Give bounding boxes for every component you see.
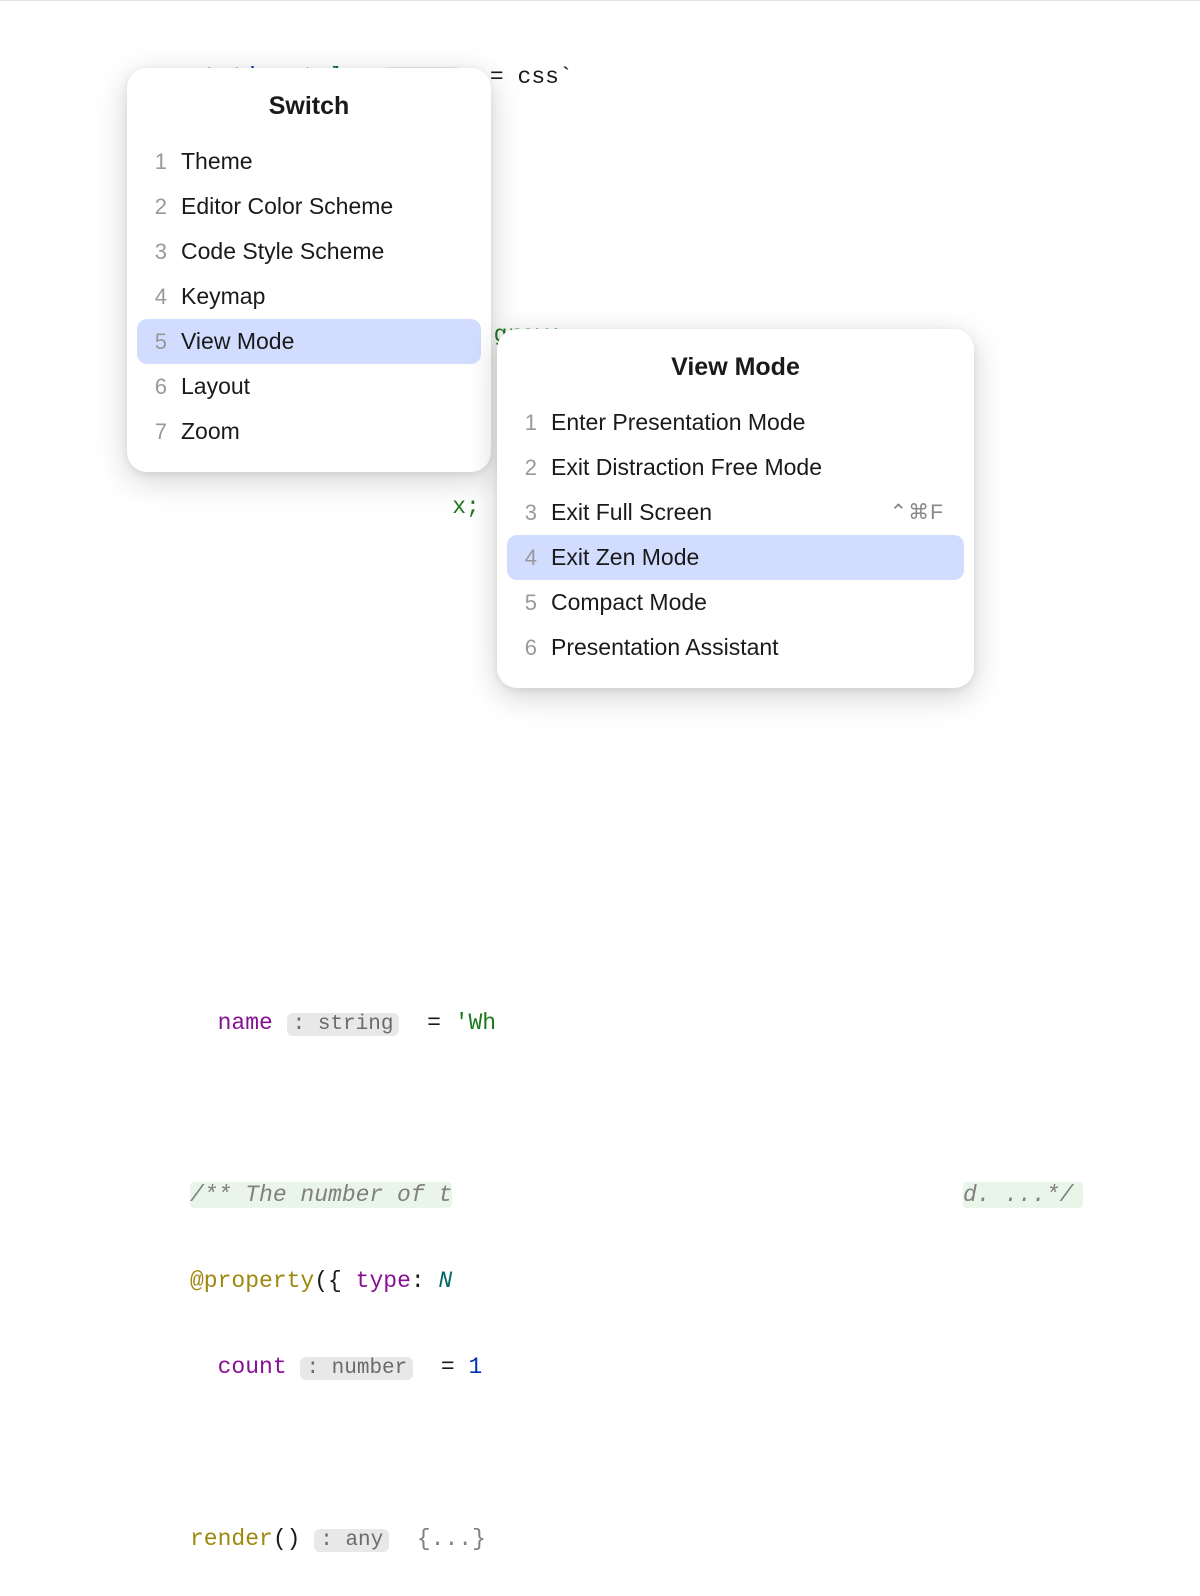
popup-item-theme[interactable]: 1 Theme <box>137 139 481 184</box>
popup-item-exit-full-screen[interactable]: 3 Exit Full Screen ⌃⌘F <box>507 490 964 535</box>
popup-item-code-style-scheme[interactable]: 3 Code Style Scheme <box>137 229 481 274</box>
item-number: 7 <box>149 419 167 445</box>
code-colon: : <box>411 1268 425 1294</box>
code-ident-count: count <box>218 1354 287 1380</box>
code-css-tag: css` <box>518 64 573 90</box>
popup-item-presentation-assistant[interactable]: 6 Presentation Assistant <box>507 625 964 670</box>
code-folded-body[interactable]: {...} <box>417 1526 486 1552</box>
item-number: 2 <box>519 455 537 481</box>
item-label: Keymap <box>181 283 461 310</box>
type-hint: : number <box>300 1357 413 1380</box>
item-number: 4 <box>519 545 537 571</box>
code-method-render: render <box>190 1526 273 1552</box>
item-label: Enter Presentation Mode <box>551 409 944 436</box>
item-label: Zoom <box>181 418 461 445</box>
item-number: 2 <box>149 194 167 220</box>
item-number: 5 <box>519 590 537 616</box>
item-number: 3 <box>149 239 167 265</box>
item-number: 1 <box>519 410 537 436</box>
popup-item-keymap[interactable]: 4 Keymap <box>137 274 481 319</box>
code-type: N <box>439 1268 453 1294</box>
item-number: 5 <box>149 329 167 355</box>
popup-item-compact-mode[interactable]: 5 Compact Mode <box>507 580 964 625</box>
doc-comment-left: /** The number of t <box>190 1182 452 1208</box>
popup-item-editor-color-scheme[interactable]: 2 Editor Color Scheme <box>137 184 481 229</box>
item-label: Editor Color Scheme <box>181 193 461 220</box>
switch-popup: Switch 1 Theme 2 Editor Color Scheme 3 Code S… <box>127 68 491 472</box>
item-label: Code Style Scheme <box>181 238 461 265</box>
item-label: Presentation Assistant <box>551 634 944 661</box>
code-parens: () <box>273 1526 301 1552</box>
item-label: Compact Mode <box>551 589 944 616</box>
popup-item-layout[interactable]: 6 Layout <box>137 364 481 409</box>
code-key: type <box>356 1268 411 1294</box>
viewmode-popup: View Mode 1 Enter Presentation Mode 2 Exit … <box>497 329 974 688</box>
popup-item-zoom[interactable]: 7 Zoom <box>137 409 481 454</box>
switch-popup-title: Switch <box>127 68 491 139</box>
code-string: 'Wh <box>455 1010 496 1036</box>
item-number: 4 <box>149 284 167 310</box>
popup-item-exit-zen-mode[interactable]: 4 Exit Zen Mode <box>507 535 964 580</box>
code-equals: = <box>427 1010 441 1036</box>
code-equals: = <box>490 64 504 90</box>
item-label: Exit Distraction Free Mode <box>551 454 944 481</box>
code-paren: ({ <box>314 1268 342 1294</box>
item-number: 1 <box>149 149 167 175</box>
code-ident-name: name <box>218 1010 273 1036</box>
code-fragment: x; <box>452 494 480 520</box>
code-equals: = <box>441 1354 455 1380</box>
code-decorator: @property <box>190 1268 314 1294</box>
item-label: Exit Zen Mode <box>551 544 944 571</box>
item-number: 6 <box>149 374 167 400</box>
type-hint: : string <box>287 1013 400 1036</box>
item-number: 6 <box>519 635 537 661</box>
type-hint: : any <box>314 1529 389 1552</box>
switch-popup-list: 1 Theme 2 Editor Color Scheme 3 Code Style Sc… <box>127 139 491 472</box>
item-label: Exit Full Screen <box>551 499 876 526</box>
popup-item-exit-distraction-free-mode[interactable]: 2 Exit Distraction Free Mode <box>507 445 964 490</box>
item-label: Theme <box>181 148 461 175</box>
item-label: Layout <box>181 373 461 400</box>
popup-item-view-mode[interactable]: 5 View Mode <box>137 319 481 364</box>
doc-comment-right: d. ...*/ <box>963 1182 1083 1208</box>
viewmode-popup-list: 1 Enter Presentation Mode 2 Exit Distractio… <box>497 400 974 688</box>
code-number: 1 <box>469 1354 483 1380</box>
item-label: View Mode <box>181 328 461 355</box>
viewmode-popup-title: View Mode <box>497 329 974 400</box>
item-number: 3 <box>519 500 537 526</box>
item-shortcut: ⌃⌘F <box>890 500 944 525</box>
popup-item-enter-presentation-mode[interactable]: 1 Enter Presentation Mode <box>507 400 964 445</box>
